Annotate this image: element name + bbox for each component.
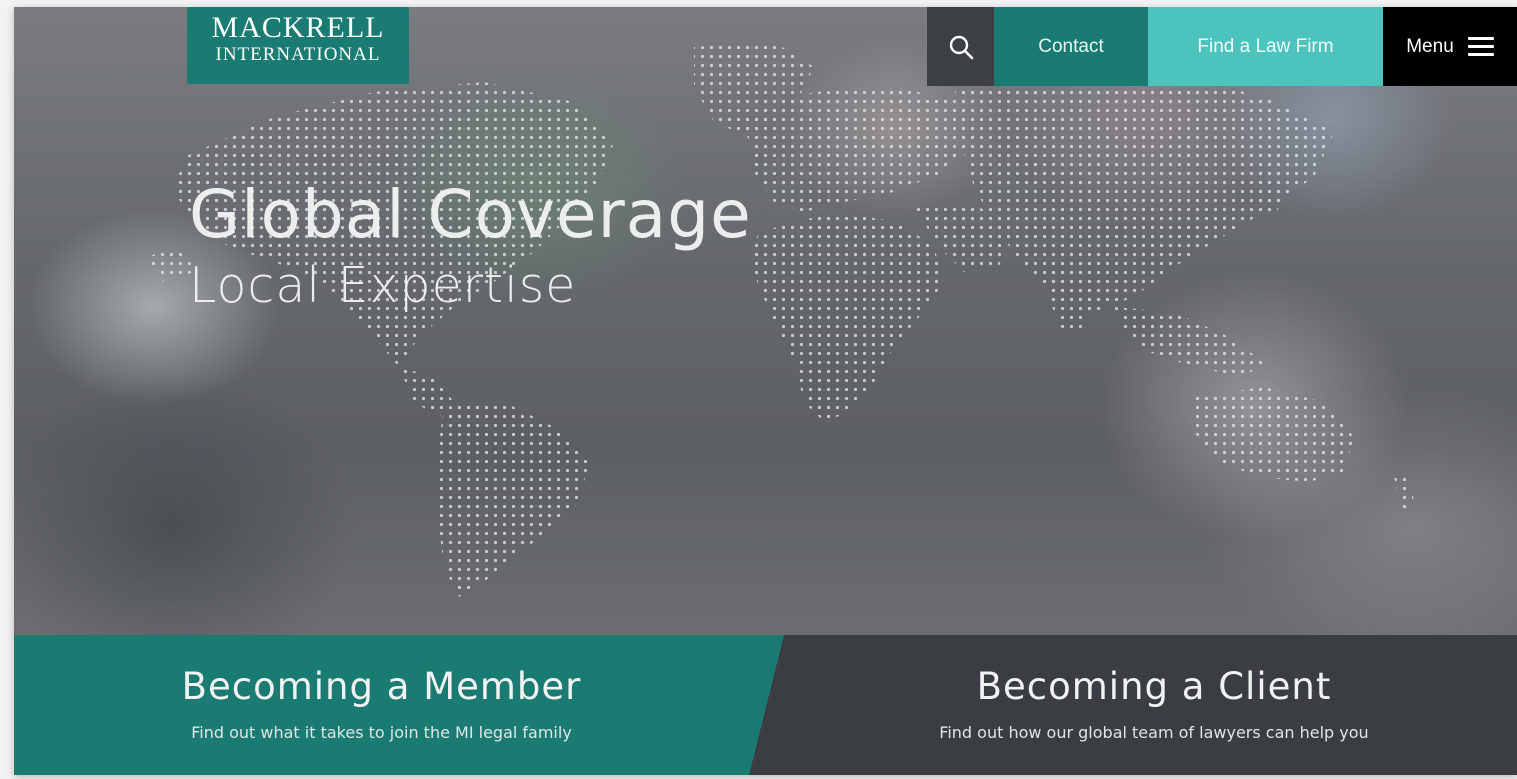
contact-button[interactable]: Contact: [994, 7, 1148, 86]
page-frame: MACKRELL INTERNATIONAL Contact Find a La…: [14, 7, 1517, 775]
mackrell-logo[interactable]: MACKRELL INTERNATIONAL: [187, 7, 409, 84]
top-navigation: Contact Find a Law Firm Menu: [927, 7, 1517, 86]
member-card-title: Becoming a Member: [181, 665, 582, 708]
becoming-member-card[interactable]: Becoming a Member Find out what it takes…: [14, 635, 784, 775]
client-card-subtitle: Find out how our global team of lawyers …: [939, 723, 1369, 742]
find-law-firm-button[interactable]: Find a Law Firm: [1148, 7, 1383, 86]
hero-section: MACKRELL INTERNATIONAL Contact Find a La…: [14, 7, 1517, 635]
hamburger-icon: [1467, 36, 1494, 57]
contact-label: Contact: [1038, 35, 1104, 57]
cta-cards: Becoming a Client Find out how our globa…: [14, 635, 1517, 775]
menu-label: Menu: [1406, 35, 1454, 57]
hero-title: Global Coverage: [189, 176, 752, 253]
hero-subtitle: Local Expertise: [189, 257, 577, 314]
menu-button[interactable]: Menu: [1383, 7, 1517, 86]
world-map-dots: [144, 42, 1414, 597]
logo-line-2: INTERNATIONAL: [215, 44, 381, 65]
hero-headline: Global Coverage Local Expertise: [189, 175, 752, 317]
search-icon: [949, 35, 973, 59]
client-card-title: Becoming a Client: [976, 665, 1332, 708]
member-card-subtitle: Find out what it takes to join the MI le…: [191, 723, 572, 742]
search-button[interactable]: [927, 7, 994, 86]
find-law-firm-label: Find a Law Firm: [1197, 35, 1334, 57]
logo-line-1: MACKRELL: [211, 11, 385, 44]
